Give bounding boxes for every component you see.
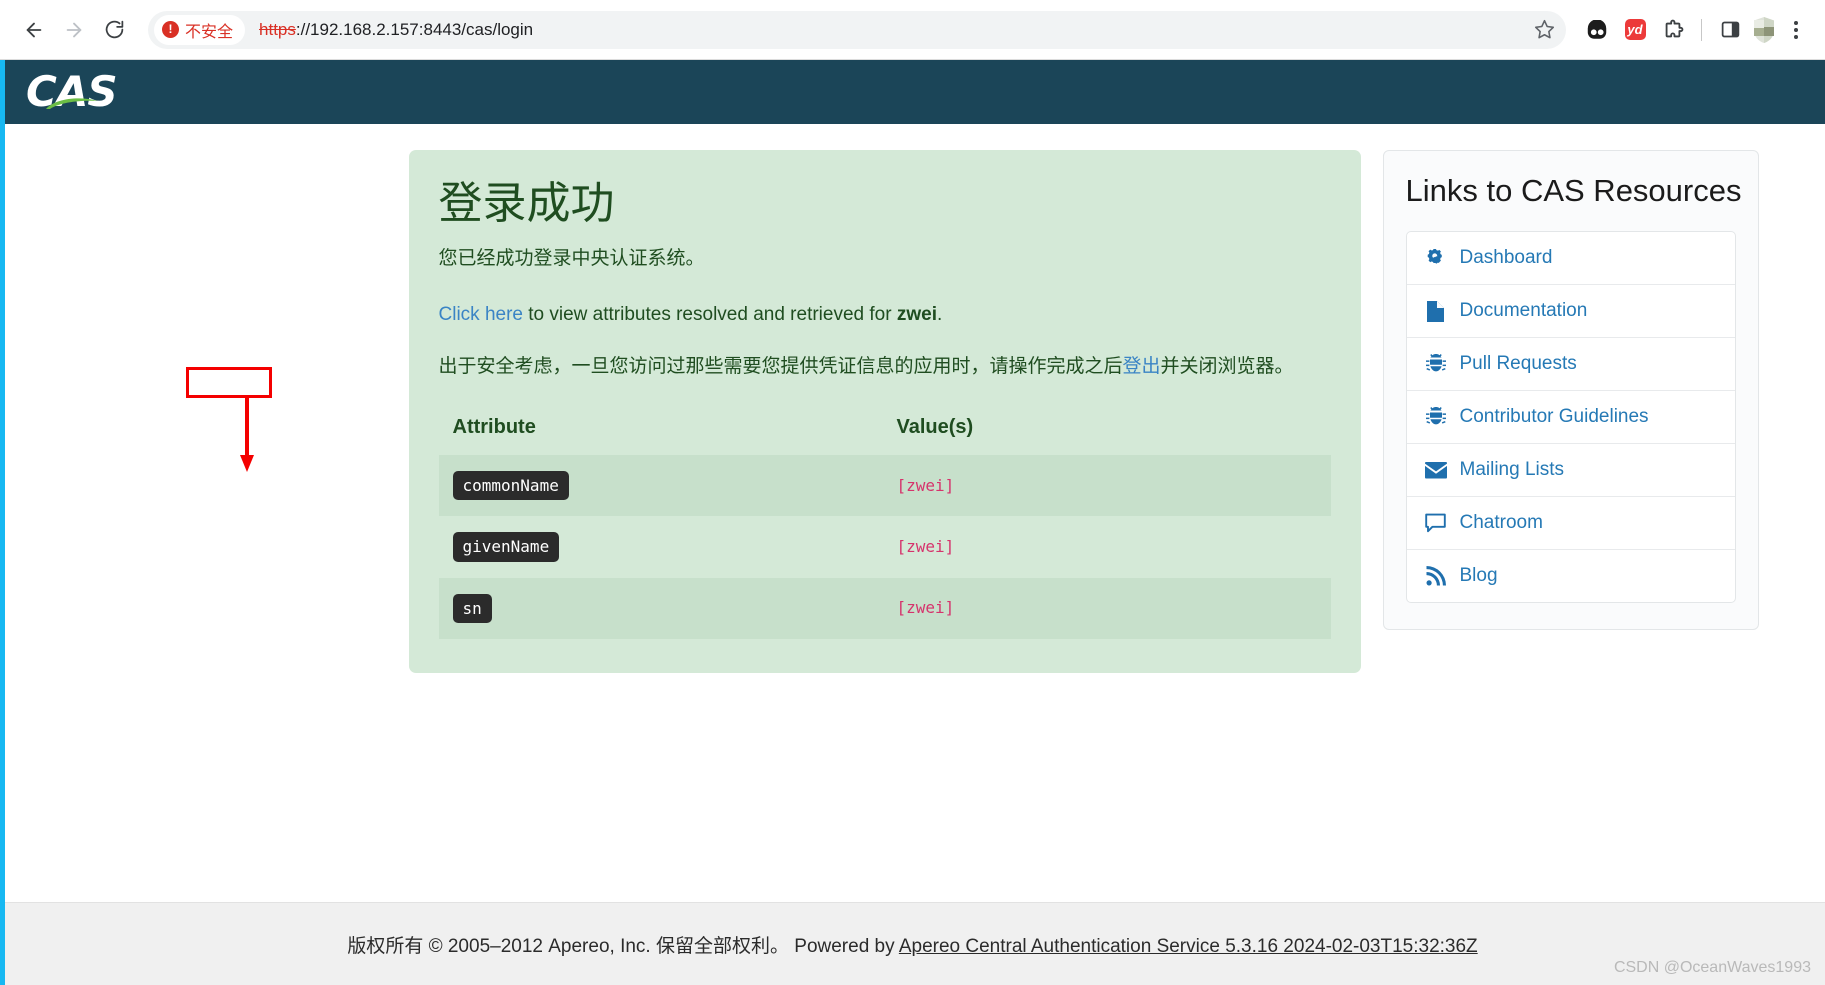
page-title: 登录成功 — [438, 179, 615, 228]
browser-toolbar: ! 不安全 https://192.168.2.157:8443/cas/log… — [0, 0, 1825, 60]
logout-link[interactable]: 登出 — [1123, 356, 1161, 377]
toolbar-divider — [1701, 18, 1702, 41]
comment-icon — [1425, 512, 1447, 534]
extensions-puzzle-icon[interactable] — [1656, 13, 1690, 47]
table-row: givenName [zwei] — [439, 516, 1331, 577]
footer-powered-by: Powered by — [794, 935, 899, 957]
watermark: CSDN @OceanWaves1993 — [1613, 959, 1811, 976]
security-notice: 出于安全考虑，一旦您访问过那些需要您提供凭证信息的应用时，请操作完成之后登出并关… — [439, 352, 1331, 382]
list-item: Dashboard — [1406, 232, 1735, 285]
list-item: Pull Requests — [1406, 338, 1735, 391]
attribute-name-cell: sn — [439, 578, 883, 639]
attributes-sentence: Click here to view attributes resolved a… — [439, 300, 1331, 330]
profile-avatar[interactable] — [1751, 15, 1777, 45]
page-viewport: CAS 登录成功 您已经成功登录中央认证系统。 Click here to vi… — [0, 60, 1825, 985]
list-item: Mailing Lists — [1406, 444, 1735, 497]
attribute-value-cell: [zwei] — [883, 516, 1331, 577]
attributes-table: Attribute Value(s) commonName [zwei] giv… — [438, 410, 1331, 639]
list-item: Documentation — [1406, 285, 1735, 338]
cas-swoosh-icon — [46, 96, 98, 110]
sidebar-item-contributor-guidelines[interactable]: Contributor Guidelines — [1407, 391, 1735, 443]
attributes-table-body: commonName [zwei] givenName [zwei] sn [z… — [438, 455, 1331, 639]
sidebar-item-dashboard[interactable]: Dashboard — [1407, 232, 1735, 284]
footer-copyright: 版权所有 © 2005–2012 Apereo, Inc. 保留全部权利。 — [347, 935, 789, 957]
column-header-attribute: Attribute — [452, 416, 536, 439]
cas-resources-list: Dashboard Documentation Pull Requests Co… — [1405, 231, 1736, 603]
click-here-link[interactable]: Click here — [439, 304, 523, 325]
sidebar-item-label: Documentation — [1459, 300, 1588, 321]
success-subtitle: 您已经成功登录中央认证系统。 — [438, 248, 705, 269]
attribute-badge: givenName — [452, 532, 560, 562]
list-item: Chatroom — [1406, 497, 1735, 550]
cogs-icon — [1425, 247, 1447, 269]
page-content: 登录成功 您已经成功登录中央认证系统。 Click here to view a… — [0, 124, 1825, 902]
sidebar-item-label: Mailing Lists — [1459, 459, 1565, 480]
attributes-sentence-before: to view attributes resolved and retrieve… — [522, 303, 897, 325]
attribute-value: [zwei] — [896, 598, 955, 618]
attribute-value: [zwei] — [896, 475, 955, 495]
chrome-menu-icon[interactable] — [1781, 13, 1811, 47]
table-row: commonName [zwei] — [438, 455, 1331, 517]
content-container: 登录成功 您已经成功登录中央认证系统。 Click here to view a… — [213, 150, 1759, 673]
not-secure-icon: ! — [162, 21, 179, 38]
sidebar-item-label: Chatroom — [1459, 512, 1543, 533]
sidebar-item-pull-requests[interactable]: Pull Requests — [1407, 338, 1735, 390]
list-item: Contributor Guidelines — [1406, 391, 1735, 444]
list-item: Blog — [1407, 550, 1735, 602]
table-header-row: Attribute Value(s) — [439, 410, 1331, 455]
footer-text: 版权所有 © 2005–2012 Apereo, Inc. 保留全部权利。 Po… — [347, 931, 1477, 958]
side-panel-icon[interactable] — [1713, 13, 1747, 47]
youdao-extension-icon[interactable]: yd — [1618, 13, 1652, 47]
sidebar-item-blog[interactable]: Blog — [1407, 550, 1735, 602]
bug-icon — [1425, 406, 1447, 428]
bookmark-star-icon[interactable] — [1528, 14, 1560, 46]
sidebar-item-label: Dashboard — [1459, 247, 1553, 268]
sidebar-item-label: Contributor Guidelines — [1459, 406, 1649, 427]
back-button[interactable] — [14, 10, 54, 50]
extension-toolbar: yd — [1576, 13, 1811, 47]
column-header-values: Value(s) — [896, 416, 974, 439]
attribute-name-cell: commonName — [439, 455, 883, 516]
url-path: ://192.168.2.157:8443/cas/login — [295, 19, 534, 39]
attribute-value-cell: [zwei] — [883, 578, 1331, 639]
sidebar-item-mailing-lists[interactable]: Mailing Lists — [1407, 444, 1735, 496]
sidebar-item-label: Pull Requests — [1459, 353, 1577, 374]
file-icon — [1425, 300, 1447, 322]
cas-site-header: CAS — [0, 60, 1825, 124]
bug-icon — [1425, 353, 1447, 375]
cas-resources-title: Links to CAS Resources — [1405, 173, 1742, 208]
login-success-panel: 登录成功 您已经成功登录中央认证系统。 Click here to view a… — [408, 150, 1361, 673]
envelope-icon — [1424, 459, 1447, 481]
page-footer: 版权所有 © 2005–2012 Apereo, Inc. 保留全部权利。 Po… — [0, 902, 1825, 985]
cas-logo[interactable]: CAS — [26, 67, 118, 117]
url-scheme: https — [259, 19, 296, 39]
footer-product-link[interactable]: Apereo Central Authentication Service 5.… — [899, 936, 1478, 957]
principal-name: zwei — [896, 303, 937, 325]
sidebar-item-documentation[interactable]: Documentation — [1407, 285, 1735, 337]
forward-button[interactable] — [54, 10, 94, 50]
security-notice-before: 出于安全考虑，一旦您访问过那些需要您提供凭证信息的应用时，请操作完成之后 — [438, 355, 1123, 377]
security-notice-after: 并关闭浏览器。 — [1160, 355, 1294, 377]
attributes-sentence-after: . — [936, 303, 943, 325]
rss-icon — [1425, 565, 1447, 587]
security-badge-label: 不安全 — [185, 23, 234, 41]
attribute-badge: commonName — [452, 471, 569, 501]
attribute-badge: sn — [452, 593, 492, 623]
site-security-chip[interactable]: ! 不安全 — [154, 14, 246, 45]
sidebar-item-label: Blog — [1459, 565, 1498, 586]
reload-button[interactable] — [94, 10, 134, 50]
panda-extension-icon[interactable] — [1580, 13, 1614, 47]
address-bar[interactable]: ! 不安全 https://192.168.2.157:8443/cas/log… — [148, 10, 1566, 49]
sidebar-item-chatroom[interactable]: Chatroom — [1407, 497, 1735, 549]
url-display: https://192.168.2.157:8443/cas/login — [259, 20, 533, 40]
left-edge-accent — [0, 60, 5, 985]
table-row: sn [zwei] — [438, 577, 1331, 639]
attribute-name-cell: givenName — [439, 516, 883, 577]
cas-resources-card: Links to CAS Resources Dashboard Documen… — [1382, 150, 1759, 630]
attribute-value: [zwei] — [896, 537, 955, 557]
attribute-value-cell: [zwei] — [883, 455, 1331, 516]
